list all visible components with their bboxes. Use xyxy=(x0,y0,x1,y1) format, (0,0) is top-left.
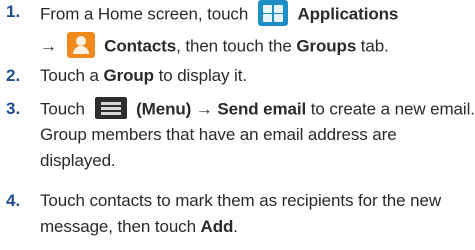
step-number: 2. xyxy=(6,66,21,85)
step-3-line-1: Touch (Menu) → Send email to create a ne… xyxy=(40,97,475,121)
step-number: 1. xyxy=(6,2,21,21)
menu-label: (Menu) xyxy=(136,99,192,119)
step-4-line-1: Touch contacts to mark them as recipient… xyxy=(40,191,441,210)
step-2-line-1: Touch a Group to display it. xyxy=(40,66,247,86)
groups-label: Groups xyxy=(296,36,357,56)
step-number: 3. xyxy=(6,99,21,118)
step-text: . xyxy=(233,217,238,236)
step-text: tab. xyxy=(356,36,389,56)
applications-icon xyxy=(257,0,288,26)
step-4-line-2: message, then touch Add. xyxy=(40,217,238,237)
add-label: Add xyxy=(200,217,234,236)
send-email-label: Send email xyxy=(217,99,307,119)
step-text: From a Home screen, touch xyxy=(40,4,249,24)
step-text: Touch a xyxy=(40,66,104,85)
contacts-label: Contacts xyxy=(104,36,177,56)
step-1-line-1: From a Home screen, touch Applications xyxy=(40,0,399,28)
arrow: → xyxy=(40,36,57,56)
step-text: Touch xyxy=(40,99,90,119)
contacts-icon xyxy=(66,32,95,58)
arrow: → xyxy=(191,99,218,119)
step-text: to create a new email. xyxy=(306,99,475,119)
step-3-line-2: Group members that have an email address… xyxy=(40,125,397,144)
step-3-line-3: displayed. xyxy=(40,151,116,170)
applications-label: Applications xyxy=(297,4,399,24)
step-text: to display it. xyxy=(153,66,247,85)
group-label: Group xyxy=(103,66,154,85)
step-text: , then touch the xyxy=(176,36,297,56)
step-text: message, then touch xyxy=(40,217,201,236)
step-1-line-2: → Contacts, then touch the Groups tab. xyxy=(40,32,389,60)
menu-icon xyxy=(94,97,127,119)
step-number: 4. xyxy=(6,191,21,210)
